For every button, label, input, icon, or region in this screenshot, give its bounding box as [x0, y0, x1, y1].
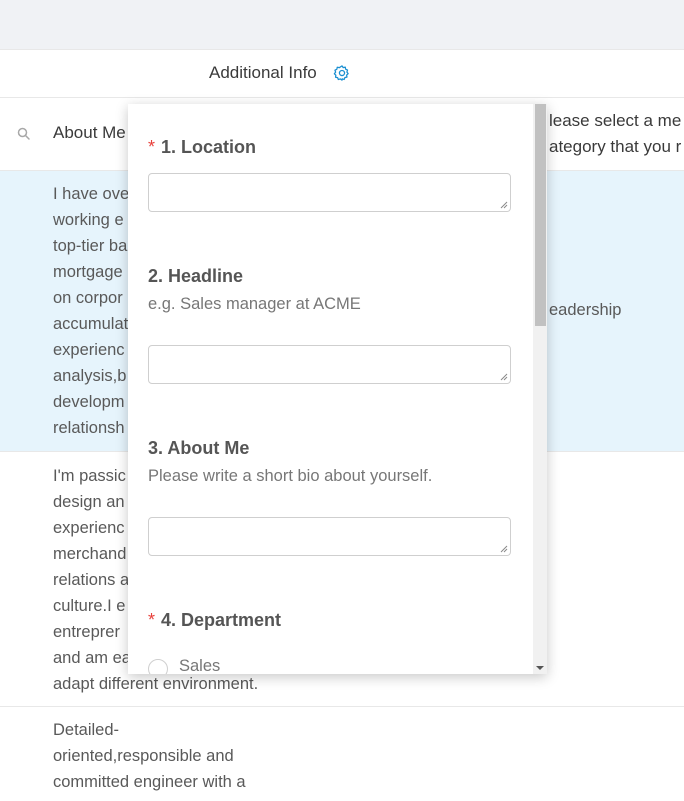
department-option-clip: Sales	[128, 650, 533, 674]
row-line: committed engineer with a	[53, 773, 246, 791]
headline-field[interactable]	[148, 345, 511, 384]
row-line: oriented,responsible and	[53, 747, 234, 765]
question-about-me-title: 3. About Me	[148, 438, 250, 458]
top-bar	[0, 0, 684, 50]
row-line: Detailed-	[53, 721, 120, 739]
column-title-additional-info: Additional Info	[209, 63, 317, 82]
row-3-text: Detailed- oriented,responsible and commi…	[53, 717, 313, 795]
column-title-about-me: About Me	[53, 123, 126, 142]
resize-handle-icon[interactable]	[500, 545, 508, 553]
hint-line-1: lease select a me	[549, 111, 682, 130]
question-department-title: * 4. Department	[148, 610, 281, 631]
search-icon[interactable]	[16, 126, 32, 142]
question-headline-description: e.g. Sales manager at ACME	[148, 295, 361, 313]
row-1-right-text: eadership	[549, 301, 622, 319]
radio-sales[interactable]	[148, 659, 168, 674]
radio-sales-label[interactable]: Sales	[179, 657, 220, 674]
resize-handle-icon[interactable]	[500, 201, 508, 209]
question-location-title: * 1. Location	[148, 137, 256, 158]
question-headline-title: 2. Headline	[148, 266, 244, 286]
hint-line-2: ategory that you r	[549, 137, 682, 156]
question-about-me-description: Please write a short bio about yourself.	[148, 467, 433, 485]
required-marker: *	[148, 610, 156, 630]
about-me-field[interactable]	[148, 517, 511, 556]
question-label: 1. Location	[161, 137, 257, 157]
scroll-down-arrow-icon[interactable]	[536, 666, 544, 670]
gear-icon[interactable]	[333, 64, 351, 82]
location-field[interactable]	[148, 173, 511, 212]
resize-handle-icon[interactable]	[500, 373, 508, 381]
scrollbar-thumb[interactable]	[535, 104, 546, 326]
row-line: adapt different environment.	[53, 675, 259, 693]
required-marker: *	[148, 137, 156, 157]
question-label: 4. Department	[161, 610, 282, 630]
